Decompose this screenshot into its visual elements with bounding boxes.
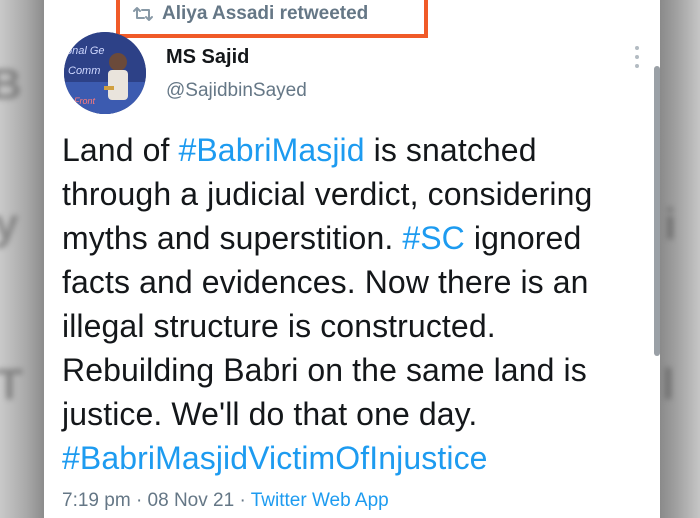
tweet-text-line: facts and evidences. Now there is an [62,260,652,304]
author-name[interactable]: MS Sajid [166,46,249,69]
retweet-label: Aliya Assadi retweeted [162,3,369,24]
tweet-text-line: myths and superstition. #SC ignored [62,216,652,260]
tweet-text-segment: ignored [464,220,582,256]
tweet-text-segment: facts and evidences. Now there is an [62,264,589,300]
avatar[interactable]: onal Ge Comm Front [64,32,146,114]
tweet-text-segment: justice. We'll do that one day. [62,396,478,432]
background-blur-glyph: T [0,360,23,409]
tweet-meta: 7:19 pm · 08 Nov 21 · Twitter Web App [62,490,389,512]
tweet-time[interactable]: 7:19 pm [62,490,131,511]
meta-separator: · [239,490,246,511]
background-blur-glyph: i [664,200,677,249]
tweet-text-line: through a judicial verdict, considering [62,172,652,216]
tweet-text-line: Rebuilding Babri on the same land is [62,348,652,392]
background-blur-glyph: y [0,200,19,249]
tweet-text-segment: Rebuilding Babri on the same land is [62,352,587,388]
background-blur-glyph: l [662,360,675,409]
scrollbar-thumb[interactable] [654,66,660,356]
background-right-blur: i l [660,0,700,518]
tweet-text: Land of #BabriMasjid is snatched through … [62,128,652,480]
tweet-text-segment: is snatched [364,132,537,168]
tweet-text-segment: through a judicial verdict, considering [62,176,593,212]
hashtag-link[interactable]: #BabriMasjid [178,132,364,168]
tweet-text-line: justice. We'll do that one day. [62,392,652,436]
tweet-text-line: #BabriMasjidVictimOfInjustice [62,436,652,480]
tweet-card[interactable]: Aliya Assadi retweeted onal Ge Comm Fron… [44,0,660,518]
background-blur-glyph: B [0,60,22,109]
hashtag-link[interactable]: #BabriMasjidVictimOfInjustice [62,440,488,476]
tweet-text-line: illegal structure is constructed. [62,304,652,348]
tweet-text-segment: myths and superstition. [62,220,403,256]
background-left-blur: B y T [0,0,44,518]
avatar-text-line: Front [74,96,96,106]
tweet-text-segment: Land of [62,132,179,168]
meta-separator: · [135,490,143,511]
avatar-text-line: onal Ge [66,45,105,57]
retweet-context[interactable]: Aliya Assadi retweeted [116,0,428,38]
hashtag-link[interactable]: #SC [402,220,465,256]
retweet-icon [132,5,154,23]
author-handle[interactable]: @SajidbinSayed [166,80,307,102]
tweet-text-segment: illegal structure is constructed. [62,308,496,344]
tweet-date[interactable]: 08 Nov 21 [148,490,235,511]
avatar-image: onal Ge Comm Front [64,32,146,114]
tweet-source-app[interactable]: Twitter Web App [251,490,389,511]
avatar-text-line: Comm [68,65,100,77]
tweet-text-line: Land of #BabriMasjid is snatched [62,128,652,172]
more-options-icon[interactable] [634,46,640,68]
